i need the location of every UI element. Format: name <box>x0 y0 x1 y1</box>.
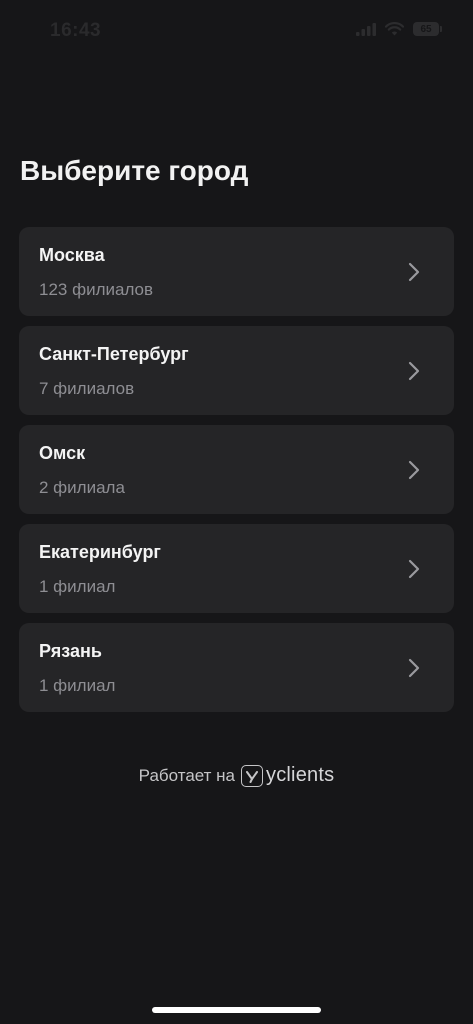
city-name: Екатеринбург <box>39 542 161 562</box>
city-name: Рязань <box>39 641 102 661</box>
chevron-right-icon <box>408 262 420 282</box>
battery-icon: 65 <box>413 22 442 36</box>
city-item-saint-petersburg[interactable]: Санкт-Петербург 7 филиалов <box>19 326 454 415</box>
city-name: Омск <box>39 443 86 463</box>
status-icons: 65 <box>356 22 442 36</box>
chevron-right-icon <box>408 361 420 381</box>
powered-by-footer: Работает на yclients <box>0 764 473 787</box>
home-indicator[interactable] <box>152 1007 321 1013</box>
branch-count: 123 филиалов <box>39 280 154 299</box>
city-name: Москва <box>39 245 105 265</box>
chevron-right-icon <box>408 559 420 579</box>
city-item-ryazan[interactable]: Рязань 1 филиал <box>19 623 454 712</box>
branch-count: 1 филиал <box>39 577 116 596</box>
yclients-logo[interactable]: yclients <box>241 764 334 787</box>
branch-count: 1 филиал <box>39 676 116 695</box>
yclients-logo-icon <box>241 764 264 787</box>
branch-count: 7 филиалов <box>39 379 135 398</box>
city-item-moscow[interactable]: Москва 123 филиалов <box>19 227 454 316</box>
chevron-right-icon <box>408 460 420 480</box>
city-list: Москва 123 филиалов Санкт-Петербург 7 фи… <box>19 227 454 712</box>
chevron-right-icon <box>408 658 420 678</box>
wifi-icon <box>385 22 404 36</box>
page-title: Выберите город <box>20 155 249 186</box>
battery-level: 65 <box>420 23 432 35</box>
brand-name: yclients <box>266 764 335 786</box>
city-item-yekaterinburg[interactable]: Екатеринбург 1 филиал <box>19 524 454 613</box>
status-bar: 16:43 65 <box>0 0 473 64</box>
branch-count: 2 филиала <box>39 478 125 497</box>
status-time: 16:43 <box>50 20 102 41</box>
city-name: Санкт-Петербург <box>39 344 189 364</box>
city-item-omsk[interactable]: Омск 2 филиала <box>19 425 454 514</box>
powered-by-text: Работает на <box>138 765 236 785</box>
signal-icon <box>356 22 376 36</box>
